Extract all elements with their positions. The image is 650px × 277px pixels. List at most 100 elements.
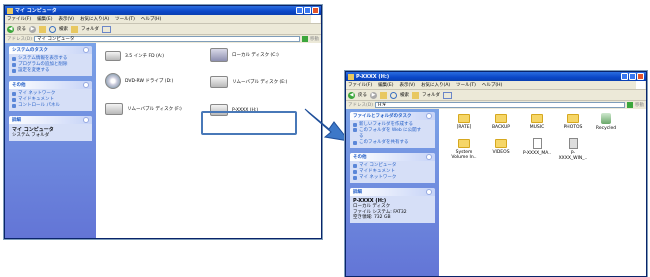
menu-view[interactable]: 表示(V)	[58, 16, 74, 22]
details-header[interactable]: 詳細	[9, 116, 92, 124]
drive-e[interactable]: リムーバブル ディスク (E:)	[210, 76, 287, 88]
drive-c[interactable]: ローカル ディスク (C:)	[210, 48, 279, 62]
item-label: P-XXXX_WIN_..	[558, 151, 588, 161]
other-places-panel: その他 マイ コンピュータ マイドキュメント マイ ネットワーク	[350, 153, 435, 183]
back-button-label[interactable]: 戻る	[358, 92, 367, 98]
recycle-bin-icon	[601, 113, 611, 124]
windows-logo-icon	[311, 15, 320, 23]
other-places-title: その他	[12, 83, 26, 88]
menu-edit[interactable]: 編集(E)	[378, 82, 393, 88]
up-folder-icon[interactable]	[380, 91, 387, 99]
task-change-settings[interactable]: 設定を変更する	[12, 68, 89, 74]
place-control-panel[interactable]: コントロール パネル	[12, 103, 89, 109]
go-arrow-icon[interactable]	[627, 102, 633, 108]
menu-edit[interactable]: 編集(E)	[37, 16, 52, 22]
back-button-label[interactable]: 戻る	[17, 26, 26, 32]
collapse-icon[interactable]	[83, 82, 89, 88]
documents-icon	[12, 98, 16, 102]
back-arrow-icon[interactable]: ◀	[348, 91, 355, 99]
search-button-label[interactable]: 検索	[400, 92, 409, 98]
menu-file[interactable]: ファイル(F)	[348, 82, 372, 88]
search-button-label[interactable]: 検索	[59, 26, 68, 32]
other-places-panel: その他 マイ ネットワーク マイドキュメント コントロール パネル	[9, 81, 92, 111]
file-p-xxxx-ma[interactable]: P-XXXX_MA..	[521, 138, 553, 156]
folders-icon[interactable]	[412, 91, 419, 99]
file-p-xxxx-win[interactable]: P-XXXX_WIN_..	[557, 138, 589, 161]
task-share-folder[interactable]: このフォルダを共有する	[353, 140, 432, 146]
selected-drive-highlight	[201, 111, 297, 135]
task-label: このフォルダを共有する	[359, 140, 409, 145]
maximize-button[interactable]	[629, 73, 636, 80]
folders-button-label[interactable]: フォルダ	[81, 26, 99, 32]
other-places-header[interactable]: その他	[350, 153, 435, 161]
views-icon[interactable]	[102, 25, 111, 33]
system-tasks-header[interactable]: システムのタスク	[9, 46, 92, 54]
task-pane: ファイルとフォルダのタスク 新しいフォルダを作成する このフォルダを Web に…	[346, 109, 439, 276]
folder-photos[interactable]: PHOTOS	[557, 114, 589, 130]
toolbar: ◀ 戻る ▶ 検索 フォルダ	[5, 24, 321, 35]
local-disk-icon	[210, 48, 228, 62]
folder-recycled[interactable]: Recycled	[590, 113, 622, 131]
item-label: MUSIC	[529, 125, 545, 130]
maximize-button[interactable]	[304, 7, 311, 14]
folder-videos[interactable]: VIDEOS	[485, 139, 517, 155]
menu-favorites[interactable]: お気に入り(A)	[80, 16, 109, 22]
go-arrow-icon[interactable]	[302, 36, 308, 42]
file-icon	[568, 138, 578, 149]
folder-backup[interactable]: BACKUP	[485, 114, 517, 130]
removable-disk-icon	[105, 103, 123, 115]
details-header[interactable]: 詳細	[350, 188, 435, 196]
programs-icon	[12, 63, 16, 67]
folders-button-label[interactable]: フォルダ	[422, 92, 440, 98]
forward-arrow-icon[interactable]: ▶	[370, 91, 377, 99]
collapse-icon[interactable]	[426, 154, 432, 160]
task-label: このフォルダを Web に公開する	[359, 128, 422, 139]
menu-view[interactable]: 表示(V)	[399, 82, 415, 88]
collapse-icon[interactable]	[426, 113, 432, 119]
menu-help[interactable]: ヘルプ(H)	[482, 82, 502, 88]
folders-icon[interactable]	[71, 25, 78, 33]
file-folder-tasks-title: ファイルとフォルダのタスク	[353, 114, 412, 119]
address-input[interactable]: H:¥	[374, 102, 625, 108]
minimize-button[interactable]	[621, 73, 628, 80]
folder-rate[interactable]: [RATE]	[448, 114, 480, 130]
drive-f[interactable]: リムーバブル ディスク (F:)	[105, 103, 182, 115]
close-button[interactable]	[637, 73, 644, 80]
menu-tools[interactable]: ツール(T)	[456, 82, 476, 88]
collapse-icon[interactable]	[83, 117, 89, 123]
menu-help[interactable]: ヘルプ(H)	[141, 16, 161, 22]
drive-a[interactable]: 3.5 インチ FD (A:)	[105, 51, 164, 61]
minimize-button[interactable]	[296, 7, 303, 14]
forward-arrow-icon[interactable]: ▶	[29, 25, 36, 33]
menu-bar: ファイル(F) 編集(E) 表示(V) お気に入り(A) ツール(T) ヘルプ(…	[346, 81, 646, 90]
title-bar[interactable]: マイ コンピュータ	[5, 6, 321, 15]
close-button[interactable]	[312, 7, 319, 14]
menu-tools[interactable]: ツール(T)	[115, 16, 135, 22]
up-folder-icon[interactable]	[39, 25, 46, 33]
folder-icon	[458, 139, 470, 148]
item-label: System Volume In..	[451, 150, 477, 160]
address-input[interactable]: マイ コンピュータ	[33, 36, 300, 42]
go-label[interactable]: 移動	[635, 102, 644, 108]
folder-music[interactable]: MUSIC	[521, 114, 553, 130]
place-my-network[interactable]: マイ ネットワーク	[353, 175, 432, 181]
title-bar[interactable]: P-XXXX (H:)	[346, 72, 646, 81]
search-icon[interactable]	[49, 25, 56, 33]
go-label[interactable]: 移動	[310, 36, 319, 42]
other-places-header[interactable]: その他	[9, 81, 92, 89]
details-name: マイ コンピュータ	[12, 127, 54, 133]
search-icon[interactable]	[390, 91, 397, 99]
task-publish-web[interactable]: このフォルダを Web に公開する	[353, 128, 432, 140]
collapse-icon[interactable]	[426, 189, 432, 195]
removable-disk-icon	[210, 76, 228, 88]
content-area: ファイルとフォルダのタスク 新しいフォルダを作成する このフォルダを Web に…	[346, 109, 646, 276]
drive-d[interactable]: DVD-RW ドライブ (D:)	[105, 73, 173, 89]
collapse-icon[interactable]	[83, 47, 89, 53]
file-folder-tasks-header[interactable]: ファイルとフォルダのタスク	[350, 112, 435, 120]
back-arrow-icon[interactable]: ◀	[7, 25, 14, 33]
folder-system-volume[interactable]: System Volume In..	[448, 139, 480, 160]
menu-file[interactable]: ファイル(F)	[7, 16, 31, 22]
menu-favorites[interactable]: お気に入り(A)	[421, 82, 450, 88]
drive-label: リムーバブル ディスク (E:)	[232, 80, 288, 85]
views-icon[interactable]	[443, 91, 452, 99]
